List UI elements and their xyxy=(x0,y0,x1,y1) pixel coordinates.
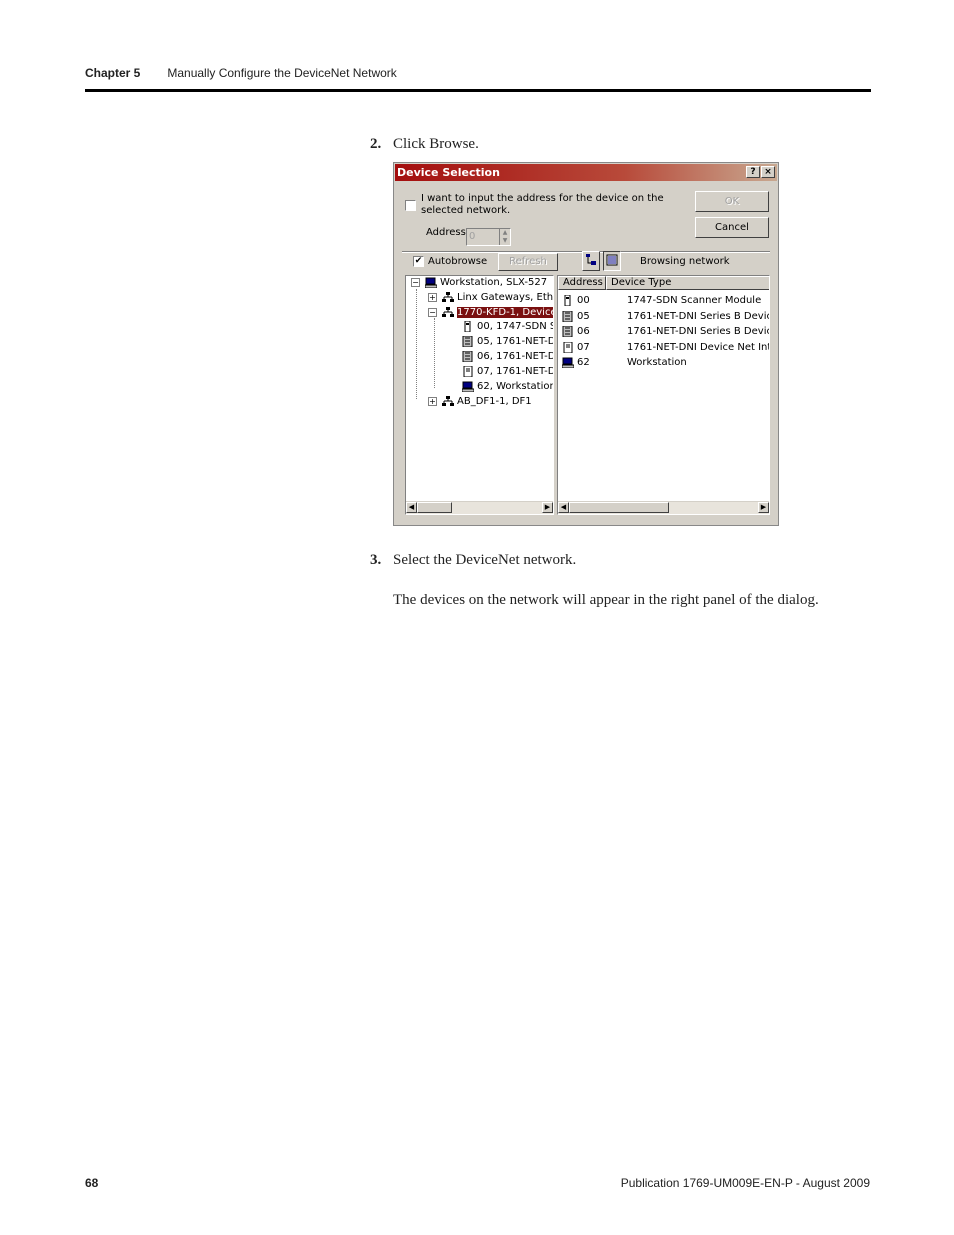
network-icon xyxy=(442,306,454,317)
list-item[interactable]: 071761-NET-DNI Device Net Interface xyxy=(562,340,769,355)
ok-button[interactable]: OK xyxy=(695,191,769,212)
cancel-button[interactable]: Cancel xyxy=(695,217,769,238)
step-number: 3. xyxy=(370,552,382,568)
address-input[interactable]: 0 ▲ ▼ xyxy=(466,228,511,246)
dni-icon xyxy=(562,310,573,322)
scroll-left-icon[interactable]: ◀ xyxy=(406,502,417,513)
step-text: Select the DeviceNet network. xyxy=(393,552,577,568)
step-2: 2. Click Browse. xyxy=(370,136,479,153)
manual-address-checkbox[interactable] xyxy=(405,200,416,211)
scroll-right-icon[interactable]: ▶ xyxy=(758,502,769,513)
spin-down-icon[interactable]: ▼ xyxy=(499,237,510,245)
tree-item-scanner[interactable]: 00, 1747-SDN Sc xyxy=(462,320,553,333)
collapse-icon[interactable]: − xyxy=(411,278,420,287)
publication-info: Publication 1769-UM009E-EN-P - August 20… xyxy=(620,1176,870,1190)
refresh-button[interactable]: Refresh xyxy=(498,253,558,271)
network-icon xyxy=(442,395,454,406)
autobrowse-checkbox[interactable]: ✔ xyxy=(413,256,424,267)
dni-icon xyxy=(562,325,573,337)
column-device-type[interactable]: Device Type xyxy=(606,276,769,290)
scanner-icon xyxy=(464,320,471,332)
interface-icon xyxy=(563,341,573,353)
list-view-toggle-icon[interactable] xyxy=(603,251,621,271)
tree-item-devicenet-driver[interactable]: − 1770-KFD-1, Device xyxy=(428,306,553,319)
manual-address-label: I want to input the address for the devi… xyxy=(421,193,664,216)
page-number: 68 xyxy=(85,1176,99,1190)
tree-horizontal-scrollbar[interactable]: ◀ ▶ xyxy=(406,501,553,514)
chapter-title: Manually Configure the DeviceNet Network xyxy=(167,66,397,80)
scroll-thumb[interactable] xyxy=(417,502,452,513)
network-icon xyxy=(442,291,454,302)
tree-item-workstation[interactable]: − Workstation, SLX-527 xyxy=(411,276,547,289)
header-rule xyxy=(85,89,871,92)
scanner-icon xyxy=(564,294,571,306)
tree-item-linx-gateways[interactable]: + Linx Gateways, Ethe xyxy=(428,291,553,304)
tree-item-df1[interactable]: + AB_DF1-1, DF1 xyxy=(428,395,532,408)
tree-item-dni-07[interactable]: 07, 1761-NET-DI xyxy=(462,365,553,378)
column-address[interactable]: Address xyxy=(558,276,606,290)
help-button[interactable]: ? xyxy=(746,166,760,178)
step-text: Click Browse. xyxy=(393,136,479,152)
chapter-label: Chapter 5 xyxy=(85,66,141,80)
step-note: The devices on the network will appear i… xyxy=(393,592,819,608)
device-selection-dialog: Device Selection ? × I want to input the… xyxy=(393,162,779,526)
step-3: 3. Select the DeviceNet network. xyxy=(370,552,576,569)
workstation-icon xyxy=(462,381,474,392)
expand-icon[interactable]: + xyxy=(428,397,437,406)
browse-status: Browsing network xyxy=(640,256,730,267)
running-header: Chapter 5 Manually Configure the DeviceN… xyxy=(85,66,397,80)
tree-item-dni-06[interactable]: 06, 1761-NET-DI xyxy=(462,350,553,363)
dialog-titlebar: Device Selection ? × xyxy=(395,164,777,181)
device-list-panel[interactable]: Address Device Type 00 1747-SDN Scanner M… xyxy=(557,275,770,515)
workstation-icon xyxy=(425,277,437,288)
dni-icon xyxy=(462,350,473,362)
scroll-left-icon[interactable]: ◀ xyxy=(558,502,569,513)
tree-item-dni-05[interactable]: 05, 1761-NET-DI xyxy=(462,335,553,348)
address-value: 0 xyxy=(469,231,476,242)
close-button[interactable]: × xyxy=(761,166,775,178)
list-horizontal-scrollbar[interactable]: ◀ ▶ xyxy=(558,501,769,514)
collapse-icon[interactable]: − xyxy=(428,308,437,317)
list-item[interactable]: 62 Workstation xyxy=(562,355,687,370)
step-number: 2. xyxy=(370,136,382,152)
address-label: Address: xyxy=(426,227,470,238)
dni-icon xyxy=(462,335,473,347)
autobrowse-label: Autobrowse xyxy=(428,256,488,267)
tree-view-toggle-icon[interactable] xyxy=(582,251,600,271)
list-item[interactable]: 051761-NET-DNI Series B DeviceNet xyxy=(562,309,769,324)
dialog-title: Device Selection xyxy=(397,166,500,179)
interface-icon xyxy=(463,365,473,377)
expand-icon[interactable]: + xyxy=(428,293,437,302)
network-tree-panel[interactable]: − Workstation, SLX-527 + Linx Gateways, … xyxy=(405,275,554,515)
list-item[interactable]: 00 1747-SDN Scanner Module xyxy=(562,293,761,308)
scroll-right-icon[interactable]: ▶ xyxy=(542,502,553,513)
spin-up-icon[interactable]: ▲ xyxy=(499,229,510,237)
tree-item-workstation-62[interactable]: 62, Workstation, xyxy=(462,380,553,393)
scroll-thumb[interactable] xyxy=(569,502,669,513)
workstation-icon xyxy=(562,357,574,368)
list-item[interactable]: 061761-NET-DNI Series B DeviceNet xyxy=(562,324,769,339)
